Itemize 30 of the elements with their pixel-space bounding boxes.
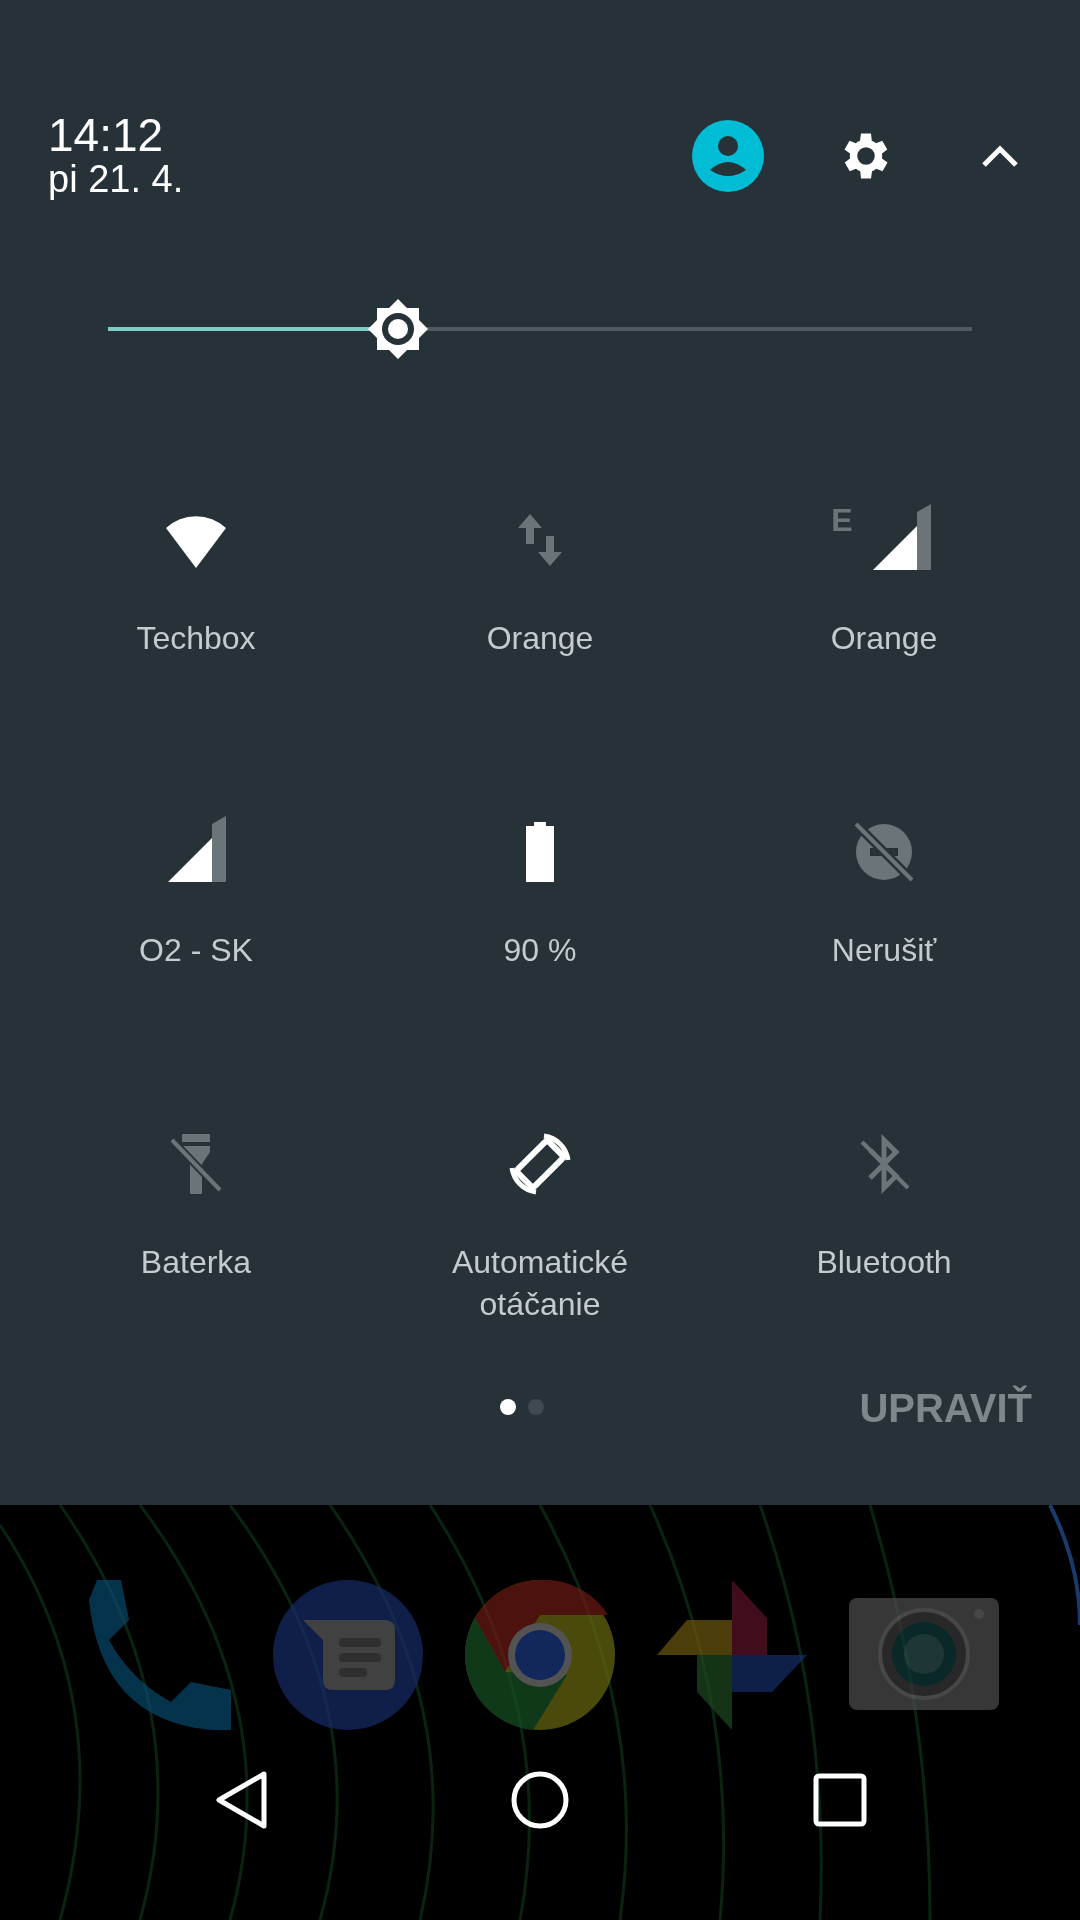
- quick-setting-tile[interactable]: Automatické otáčanie: [390, 1128, 690, 1325]
- tile-label: Bluetooth: [816, 1243, 952, 1282]
- brightness-thumb[interactable]: [368, 299, 429, 359]
- tile-label: Orange: [486, 619, 594, 658]
- brightness-slider[interactable]: [108, 327, 972, 331]
- user-avatar-icon[interactable]: [692, 120, 764, 192]
- network-type-text: E: [831, 504, 853, 536]
- back-icon[interactable]: [214, 1770, 270, 1830]
- quick-setting-tile[interactable]: E Orange: [830, 504, 938, 659]
- tile-label: Nerušiť: [831, 931, 937, 970]
- quick-setting-tile[interactable]: Baterka: [140, 1128, 252, 1283]
- recents-icon[interactable]: [813, 1773, 867, 1827]
- tile-label: Orange: [830, 619, 938, 658]
- quick-setting-tile[interactable]: Bluetooth: [816, 1128, 952, 1283]
- quick-setting-tile[interactable]: Techbox: [136, 504, 256, 659]
- tile-label: 90 %: [503, 931, 577, 970]
- quick-setting-tile[interactable]: 90 %: [503, 816, 577, 971]
- tile-label: Techbox: [136, 619, 256, 658]
- tile-label: Automatické otáčanie: [450, 1243, 630, 1324]
- browser-icon[interactable]: [465, 1580, 615, 1730]
- home-icon[interactable]: [510, 1770, 570, 1830]
- tile-label: O2 - SK: [139, 931, 253, 970]
- tile-label: Baterka: [140, 1243, 252, 1282]
- quick-setting-tile[interactable]: O2 - SK: [139, 816, 253, 971]
- quick-setting-tile[interactable]: Orange: [486, 504, 594, 659]
- quick-setting-tile[interactable]: Nerušiť: [831, 816, 937, 971]
- clock-time: 14:12: [48, 112, 165, 158]
- date-text: pi 21. 4.: [48, 158, 184, 200]
- collapse-chevron-icon[interactable]: [980, 143, 1020, 169]
- edit-button[interactable]: UPRAVIŤ: [859, 1378, 1032, 1438]
